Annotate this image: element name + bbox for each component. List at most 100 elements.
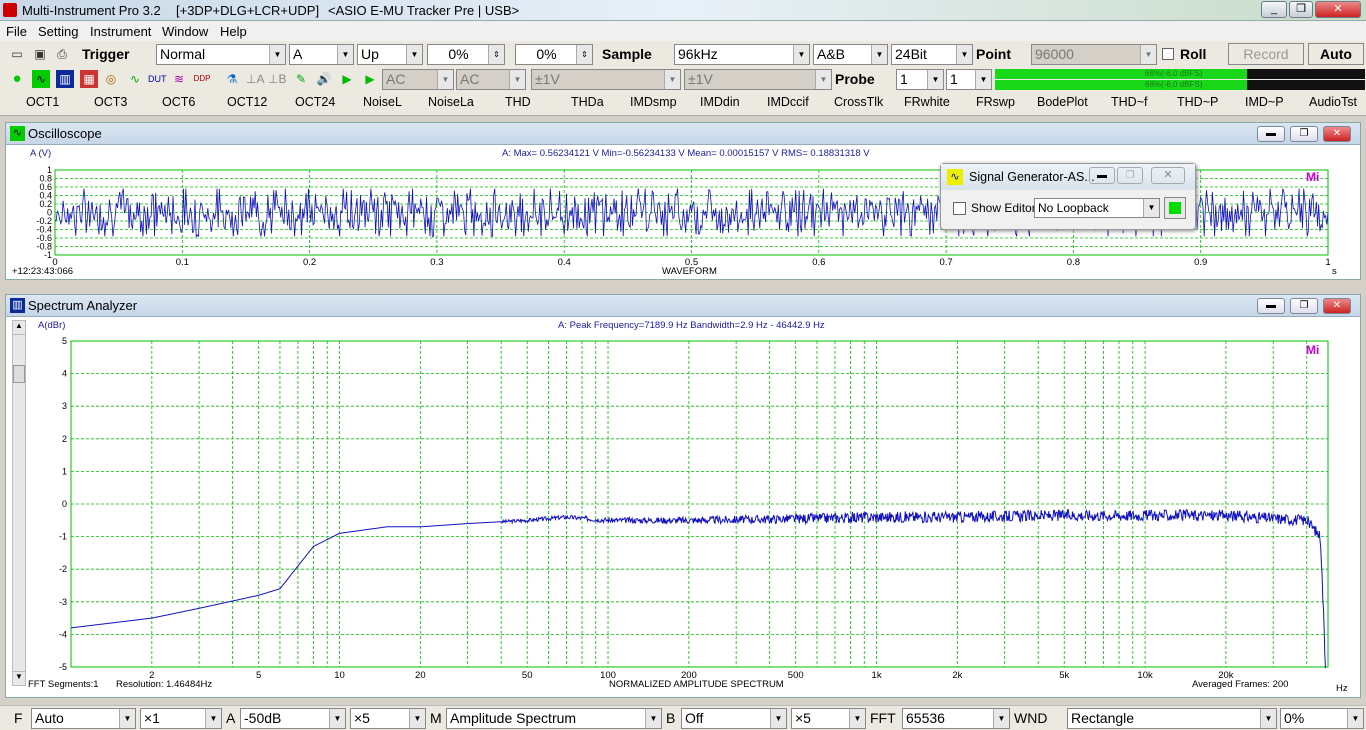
oscilloscope-icon[interactable]: ∿ [32,70,50,88]
minimize-button[interactable]: _ [1261,1,1287,18]
m-label: M [430,710,442,726]
loopback-select[interactable]: No Loopback ▼ [1034,198,1160,218]
spectrum-title: Spectrum Analyzer [28,298,138,313]
m-select[interactable]: Amplitude Spectrum ▼ [446,708,662,729]
menu-file[interactable]: File [6,24,27,39]
b-multiplier-select[interactable]: ×5 ▼ [791,708,866,729]
generator-icon[interactable]: ∿ [126,70,144,88]
probe-b-select[interactable]: 1 ▼ [946,69,992,90]
new-icon[interactable]: ▭ [8,45,26,63]
trigger-channel-select[interactable]: A ▼ [289,44,354,65]
f-select[interactable]: Auto ▼ [31,708,136,729]
quick-imddin[interactable]: IMDdin [700,95,740,109]
siggen-minimize-button[interactable]: ▬ [1089,167,1115,184]
menu-instrument[interactable]: Instrument [90,24,151,39]
quick-thd[interactable]: THD [505,95,531,109]
quick-oct12[interactable]: OCT12 [227,95,267,109]
menu-help[interactable]: Help [220,24,247,39]
a-range-select[interactable]: -50dB ▼ [240,708,346,729]
sample-rate-select[interactable]: 96kHz ▼ [674,44,810,65]
bits-select[interactable]: 24Bit ▼ [891,44,973,65]
play-once-icon[interactable]: ▶ [361,70,379,88]
multimeter-icon[interactable]: ▦ [80,70,98,88]
quick-noisela[interactable]: NoiseLa [428,95,474,109]
roll-checkbox[interactable] [1162,48,1174,60]
quick-oct24[interactable]: OCT24 [295,95,335,109]
pin-icon[interactable]: ✎ [292,70,310,88]
trigger-mode-select[interactable]: Normal ▼ [156,44,286,65]
a-multiplier-select[interactable]: ×5 ▼ [350,708,426,729]
save-icon[interactable]: ▣ [31,45,49,63]
show-editor-checkbox[interactable] [953,202,966,215]
spec-xunit: Hz [1336,683,1348,694]
spec-xtick: 10k [1137,670,1153,681]
menu-window[interactable]: Window [162,24,208,39]
lock-b-icon[interactable]: ⊥B [268,70,286,88]
quick-thd-f[interactable]: THD~f [1111,95,1147,109]
spec-xtick: 500 [788,670,804,681]
quick-thd-p[interactable]: THD~P [1177,95,1218,109]
run-icon[interactable]: ● [8,70,26,88]
quick-oct6[interactable]: OCT6 [162,95,195,109]
trigger-delay-spinner[interactable]: 0% ⇕ [515,44,593,65]
signal-generator-window: ∿ Signal Generator-AS... ▬ ❐ ✕ Show Edit… [940,163,1196,230]
siggen-run-button[interactable] [1164,197,1186,219]
maximize-button[interactable]: ❐ [1289,1,1313,18]
spectrum-trace [70,508,1326,669]
quick-audiotst[interactable]: AudioTst [1309,95,1357,109]
quick-imd-p[interactable]: IMD~P [1245,95,1284,109]
speaker-icon[interactable]: 🔊 [315,70,333,88]
f-label: F [14,710,23,726]
quick-bodeplot[interactable]: BodePlot [1037,95,1088,109]
siggen-close-button[interactable]: ✕ [1151,167,1185,184]
coupling-b-select: AC ▼ [456,69,526,90]
window-function-select[interactable]: Rectangle ▼ [1067,708,1277,729]
fft-size-select[interactable]: 65536 ▼ [902,708,1010,729]
record-button[interactable]: Record [1228,43,1304,65]
quick-frwhite[interactable]: FRwhite [904,95,950,109]
probe-a-select[interactable]: 1 ▼ [896,69,944,90]
quick-oct3[interactable]: OCT3 [94,95,127,109]
quick-oct1[interactable]: OCT1 [26,95,59,109]
spectrum-icon: ▥ [10,298,25,313]
range-b-select: ±1V ▼ [684,69,832,90]
quick-frswp[interactable]: FRswp [976,95,1015,109]
menu-setting[interactable]: Setting [38,24,78,39]
toolbar-instruments: ● ∿ ▥ ▦ ◎ ∿ DUT ≋ DDP ⚗ ⊥A ⊥B ✎ 🔊 ▶ ▶ AC… [0,67,1366,92]
ddp-icon[interactable]: DDP [193,70,211,88]
dut-icon[interactable]: DUT [148,70,167,88]
trigger-edge-select[interactable]: Up ▼ [357,44,423,65]
b-select[interactable]: Off ▼ [681,708,787,729]
print-icon[interactable]: ⎙ [53,45,71,63]
osc-minimize-button[interactable]: ▬ [1257,126,1285,142]
channels-select[interactable]: A&B ▼ [813,44,888,65]
quick-crosstlk[interactable]: CrossTlk [834,95,883,109]
osc-logo: Mi [1306,170,1320,184]
spectrum-icon[interactable]: ▥ [56,70,74,88]
siggen-restore-button[interactable]: ❐ [1117,167,1143,184]
spec-close-button[interactable]: ✕ [1323,298,1351,314]
overlap-select[interactable]: 0% ▼ [1280,708,1364,729]
auto-button[interactable]: Auto [1308,43,1364,65]
sweep-icon[interactable]: ≋ [170,70,188,88]
osc-close-button[interactable]: ✕ [1323,126,1351,142]
trigger-level-spinner[interactable]: 0% ⇕ [427,44,505,65]
play-icon[interactable]: ▶ [338,70,356,88]
quick-imdsmp[interactable]: IMDsmp [630,95,677,109]
f-multiplier-select[interactable]: ×1 ▼ [140,708,222,729]
quick-noisel[interactable]: NoiseL [363,95,402,109]
close-button[interactable]: ✕ [1315,1,1361,18]
spec-restore-button[interactable]: ❐ [1290,298,1318,314]
quick-imdccif[interactable]: IMDccif [767,95,809,109]
osc-xtick: 0.2 [303,257,316,268]
roll-label: Roll [1180,46,1207,62]
quick-thda[interactable]: THDa [571,95,604,109]
spec-xlabel: NORMALIZED AMPLITUDE SPECTRUM [609,679,784,690]
oscilloscope-titlebar: ∿ Oscilloscope ▬ ❐ ✕ [6,123,1360,145]
osc-xtick: 0.4 [558,257,571,268]
osc-restore-button[interactable]: ❐ [1290,126,1318,142]
spec-minimize-button[interactable]: ▬ [1257,298,1285,314]
lock-a-icon[interactable]: ⊥A [246,70,264,88]
phase-icon[interactable]: ◎ [102,70,120,88]
calibrate-icon[interactable]: ⚗ [223,70,241,88]
